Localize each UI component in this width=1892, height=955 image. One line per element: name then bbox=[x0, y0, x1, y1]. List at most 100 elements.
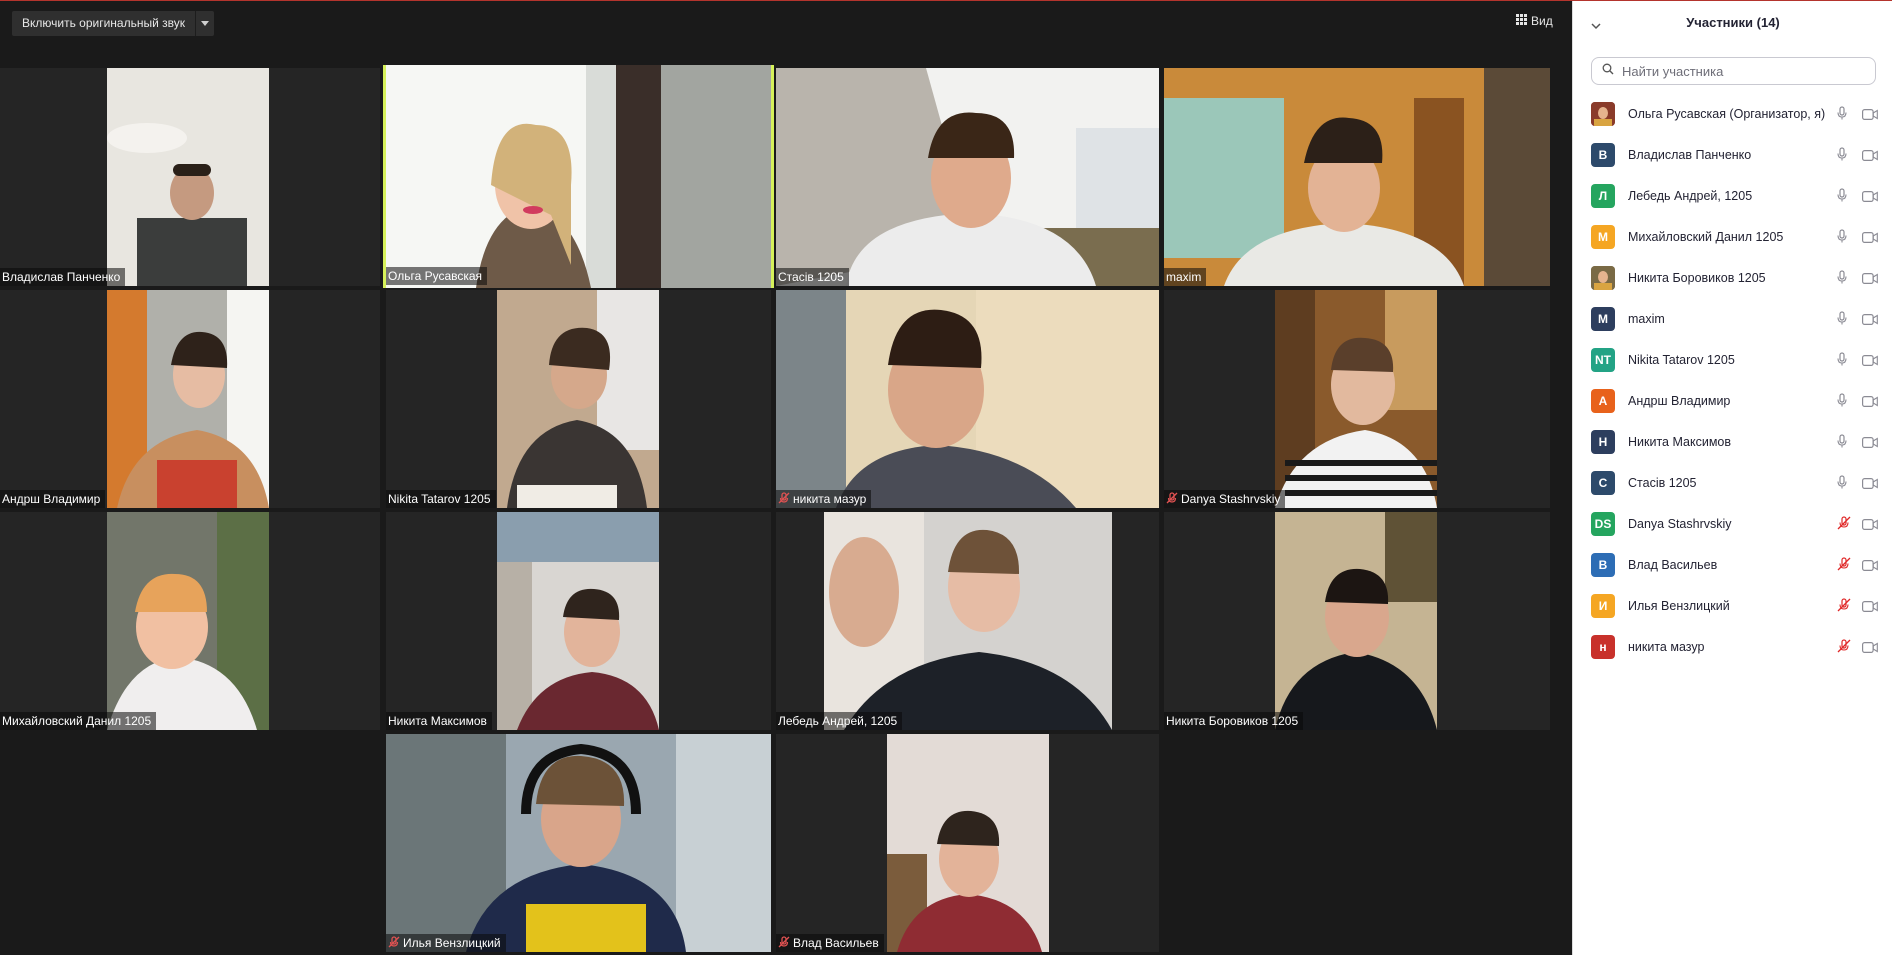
participant-video bbox=[887, 734, 1049, 952]
participant-video bbox=[107, 68, 269, 286]
mic-muted-icon bbox=[778, 935, 790, 951]
participant-row[interactable]: В Влад Васильев bbox=[1573, 544, 1892, 585]
participant-row[interactable]: н никита мазур bbox=[1573, 626, 1892, 667]
mic-muted-icon bbox=[388, 935, 400, 951]
participant-row[interactable]: Н Никита Максимов bbox=[1573, 421, 1892, 462]
video-tile[interactable]: Андрш Владимир bbox=[0, 290, 380, 508]
video-tile[interactable]: Никита Боровиков 1205 bbox=[1164, 512, 1550, 730]
video-tile[interactable]: Никита Максимов bbox=[386, 512, 771, 730]
participant-name: Ольга Русавская bbox=[388, 269, 483, 283]
avatar: М bbox=[1591, 306, 1615, 331]
avatar: С bbox=[1591, 470, 1615, 495]
camera-icon[interactable] bbox=[1862, 435, 1878, 453]
participant-name: Владислав Панченко bbox=[1628, 147, 1752, 162]
mic-muted-icon bbox=[778, 491, 790, 507]
participant-name: Лебедь Андрей, 1205 bbox=[1628, 188, 1753, 203]
participant-video bbox=[776, 290, 1159, 508]
video-tile[interactable]: Михайловский Данил 1205 bbox=[0, 512, 380, 730]
participant-name: Никита Максимов bbox=[1628, 434, 1732, 449]
video-tile[interactable]: Илья Вензлицкий bbox=[386, 734, 771, 952]
participant-name: Владислав Панченко bbox=[2, 270, 121, 284]
participant-name-tag: Влад Васильев bbox=[776, 934, 884, 952]
participant-search-input[interactable] bbox=[1620, 62, 1864, 80]
mic-icon[interactable] bbox=[1837, 475, 1847, 494]
video-tile[interactable]: Стасів 1205 bbox=[776, 68, 1159, 286]
original-sound-button[interactable]: Включить оригинальный звук bbox=[12, 11, 215, 36]
participant-name-tag: Андрш Владимир bbox=[0, 490, 106, 508]
mic-icon[interactable] bbox=[1837, 106, 1847, 125]
video-tile[interactable]: никита мазур bbox=[776, 290, 1159, 508]
participant-name: никита мазур bbox=[1628, 639, 1705, 654]
camera-icon[interactable] bbox=[1862, 517, 1878, 535]
participant-search[interactable] bbox=[1591, 57, 1876, 85]
participant-row[interactable]: М Михайловский Данил 1205 bbox=[1573, 216, 1892, 257]
avatar: н bbox=[1591, 634, 1615, 659]
video-tile[interactable]: Влад Васильев bbox=[776, 734, 1159, 952]
camera-icon[interactable] bbox=[1862, 189, 1878, 207]
avatar bbox=[1591, 265, 1615, 290]
participant-name: Стасів 1205 bbox=[1628, 475, 1697, 490]
participant-video bbox=[497, 512, 659, 730]
camera-icon[interactable] bbox=[1862, 271, 1878, 289]
participant-row[interactable]: NT Nikita Tatarov 1205 bbox=[1573, 339, 1892, 380]
mic-muted-icon[interactable] bbox=[1837, 557, 1851, 576]
view-label: Вид bbox=[1531, 14, 1553, 28]
chevron-down-icon[interactable] bbox=[195, 11, 214, 36]
avatar: И bbox=[1591, 593, 1615, 618]
avatar: М bbox=[1591, 224, 1615, 249]
mic-icon[interactable] bbox=[1837, 434, 1847, 453]
original-sound-label[interactable]: Включить оригинальный звук bbox=[12, 11, 195, 36]
mic-icon[interactable] bbox=[1837, 147, 1847, 166]
mic-icon[interactable] bbox=[1837, 270, 1847, 289]
mic-icon[interactable] bbox=[1837, 188, 1847, 207]
camera-icon[interactable] bbox=[1862, 230, 1878, 248]
participant-name: Андрш Владимир bbox=[1628, 393, 1731, 408]
camera-icon[interactable] bbox=[1862, 394, 1878, 412]
participant-name-tag: Михайловский Данил 1205 bbox=[0, 712, 157, 730]
participant-row[interactable]: А Андрш Владимир bbox=[1573, 380, 1892, 421]
camera-icon[interactable] bbox=[1862, 476, 1878, 494]
video-tile[interactable]: Лебедь Андрей, 1205 bbox=[776, 512, 1159, 730]
participant-video bbox=[386, 65, 771, 288]
participant-name: Никита Максимов bbox=[388, 714, 487, 728]
camera-icon[interactable] bbox=[1862, 558, 1878, 576]
video-tile[interactable]: Danya Stashrvskiy bbox=[1164, 290, 1550, 508]
video-tile[interactable]: Владислав Панченко bbox=[0, 68, 380, 286]
view-button[interactable]: Вид bbox=[1516, 11, 1553, 31]
participant-row[interactable]: DS Danya Stashrvskiy bbox=[1573, 503, 1892, 544]
camera-icon[interactable] bbox=[1862, 640, 1878, 658]
camera-icon[interactable] bbox=[1862, 353, 1878, 371]
mic-icon[interactable] bbox=[1837, 229, 1847, 248]
participant-video bbox=[1275, 512, 1437, 730]
mic-icon[interactable] bbox=[1837, 352, 1847, 371]
participant-name: Михайловский Данил 1205 bbox=[1628, 229, 1784, 244]
avatar: NT bbox=[1591, 347, 1615, 372]
avatar: Л bbox=[1591, 183, 1615, 208]
participant-row[interactable]: Л Лебедь Андрей, 1205 bbox=[1573, 175, 1892, 216]
camera-icon[interactable] bbox=[1862, 148, 1878, 166]
mic-icon[interactable] bbox=[1837, 311, 1847, 330]
participant-video bbox=[497, 290, 659, 508]
participant-row[interactable]: Ольга Русавская (Организатор, я) bbox=[1573, 93, 1892, 134]
participant-name-tag: Nikita Tatarov 1205 bbox=[386, 490, 496, 508]
participant-name: Никита Боровиков 1205 bbox=[1628, 270, 1766, 285]
video-tile-active-speaker[interactable]: Ольга Русавская bbox=[383, 65, 774, 288]
mic-muted-icon[interactable] bbox=[1837, 639, 1851, 658]
camera-icon[interactable] bbox=[1862, 107, 1878, 125]
participant-row[interactable]: Мmaxim bbox=[1573, 298, 1892, 339]
participant-row[interactable]: Никита Боровиков 1205 bbox=[1573, 257, 1892, 298]
camera-icon[interactable] bbox=[1862, 312, 1878, 330]
mic-muted-icon[interactable] bbox=[1837, 598, 1851, 617]
mic-muted-icon[interactable] bbox=[1837, 516, 1851, 535]
video-tile[interactable]: Nikita Tatarov 1205 bbox=[386, 290, 771, 508]
participant-row[interactable]: С Стасів 1205 bbox=[1573, 462, 1892, 503]
video-tile[interactable]: maxim bbox=[1164, 68, 1550, 286]
avatar: Н bbox=[1591, 429, 1615, 454]
participants-panel-header: Участники (14) bbox=[1573, 1, 1892, 43]
participant-row[interactable]: И Илья Вензлицкий bbox=[1573, 585, 1892, 626]
camera-icon[interactable] bbox=[1862, 599, 1878, 617]
mic-icon[interactable] bbox=[1837, 393, 1847, 412]
participant-video bbox=[1275, 290, 1437, 508]
participant-video bbox=[776, 68, 1159, 286]
participant-row[interactable]: В Владислав Панченко bbox=[1573, 134, 1892, 175]
